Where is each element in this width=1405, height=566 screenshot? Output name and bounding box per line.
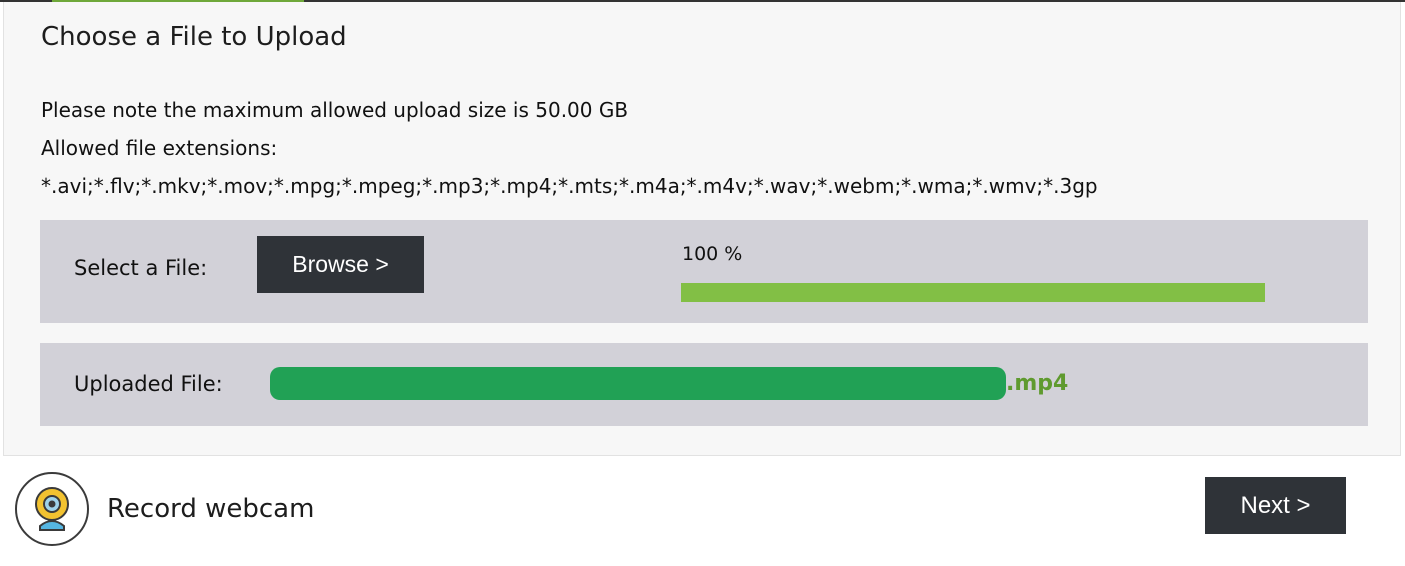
upload-progress-bar (681, 283, 1265, 302)
allowed-extensions-list: *.avi;*.flv;*.mkv;*.mov;*.mpg;*.mpeg;*.m… (41, 174, 1098, 198)
allowed-extensions-heading: Allowed file extensions: (41, 136, 278, 160)
uploaded-file-extension: .mp4 (1006, 371, 1069, 396)
browse-button[interactable]: Browse > (257, 236, 424, 293)
select-file-label: Select a File: (74, 256, 208, 280)
uploaded-file-row: Uploaded File: .mp4 (40, 343, 1368, 426)
next-button[interactable]: Next > (1205, 477, 1346, 534)
upload-panel: Choose a File to Upload Please note the … (3, 2, 1401, 456)
upload-progress-fill (681, 283, 1265, 302)
max-size-note: Please note the maximum allowed upload s… (41, 98, 629, 122)
webcam-icon[interactable] (15, 472, 89, 546)
uploaded-file-label: Uploaded File: (74, 372, 223, 396)
upload-progress-text: 100 % (682, 243, 743, 265)
panel-title: Choose a File to Upload (41, 22, 347, 52)
uploaded-filename-redacted (270, 367, 1006, 400)
record-webcam-link[interactable]: Record webcam (107, 494, 314, 524)
select-file-row: Select a File: Browse > 100 % (40, 220, 1368, 323)
